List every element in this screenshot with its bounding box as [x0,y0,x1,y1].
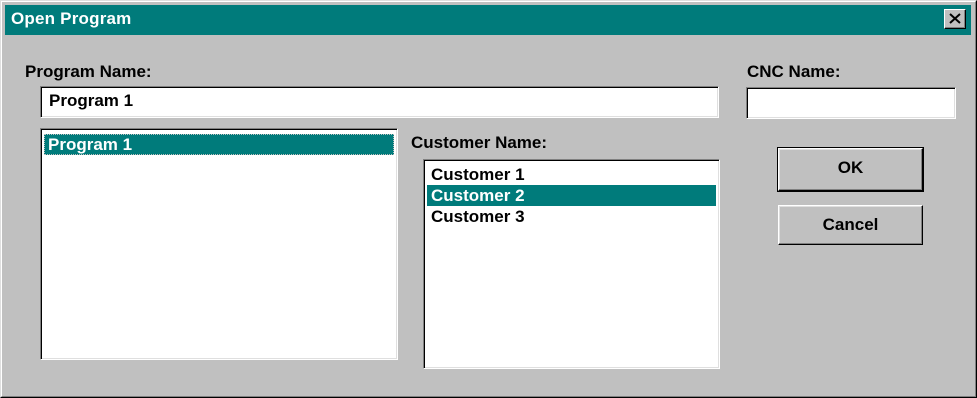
program-name-input[interactable]: Program 1 [40,86,719,118]
list-item-customer-3[interactable]: Customer 3 [427,206,716,227]
open-program-dialog: Open Program Program Name: Program 1 CNC… [0,0,977,398]
cancel-button[interactable]: Cancel [778,205,923,245]
title-bar[interactable]: Open Program [5,5,971,35]
close-icon [949,13,961,24]
program-list[interactable]: Program 1 [40,128,398,360]
ok-button[interactable]: OK [777,147,924,192]
list-item-program-1[interactable]: Program 1 [44,134,394,155]
program-name-label: Program Name: [25,62,152,81]
list-item-customer-1[interactable]: Customer 1 [427,164,716,185]
cancel-button-label: Cancel [822,215,879,234]
ok-button-label: OK [837,158,864,177]
close-button[interactable] [944,9,966,29]
list-item-customer-2[interactable]: Customer 2 [427,185,716,206]
cnc-name-input[interactable] [746,87,956,119]
cnc-name-label: CNC Name: [747,62,841,81]
dialog-title: Open Program [11,9,132,28]
program-name-value: Program 1 [49,91,134,110]
customer-name-label: Customer Name: [411,133,548,152]
customer-list[interactable]: Customer 1 Customer 2 Customer 3 [423,159,720,369]
